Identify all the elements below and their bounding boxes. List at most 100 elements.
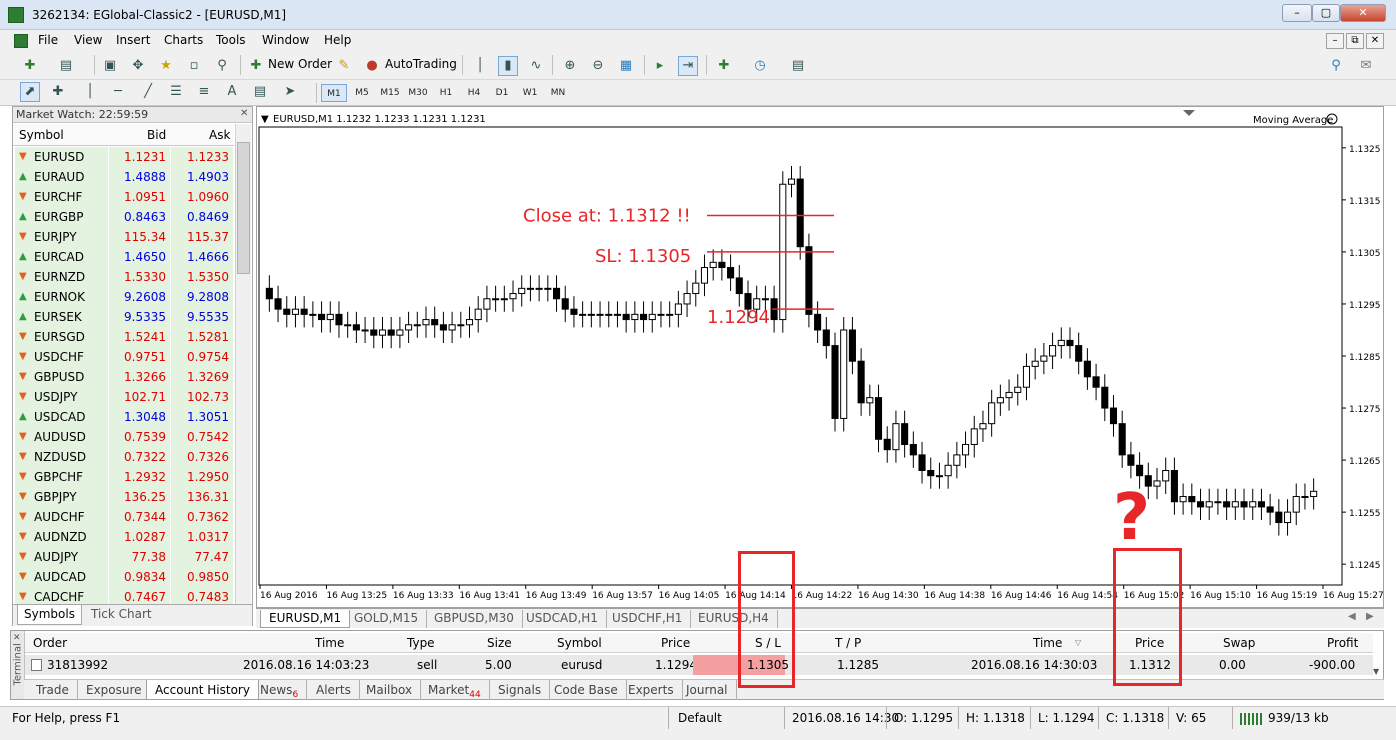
candlestick-icon[interactable]: ▮ xyxy=(498,56,518,76)
price-chart[interactable]: ▼ EURUSD,M1 1.1232 1.1233 1.1231 1.1231 … xyxy=(257,107,1383,607)
tab-symbols[interactable]: Symbols xyxy=(17,605,82,625)
fibonacci-icon[interactable]: ≡ xyxy=(194,82,214,102)
tab-tick-chart[interactable]: Tick Chart xyxy=(85,605,158,625)
terminal-scrollbar[interactable]: ▼ xyxy=(1373,633,1383,679)
tab-scroll-left-icon[interactable]: ◀ xyxy=(1348,611,1356,622)
list-item[interactable]: NZDUSD ▼ 0.7322 0.7326 xyxy=(13,447,234,467)
close-icon[interactable]: ✕ xyxy=(240,108,248,119)
tab-account-history[interactable]: Account History xyxy=(146,680,259,700)
tab-signals[interactable]: Signals xyxy=(490,680,551,700)
tab-market[interactable]: Market44 xyxy=(420,680,490,700)
tab-code-base[interactable]: Code Base xyxy=(546,680,627,700)
tab-exposure[interactable]: Exposure xyxy=(78,680,151,700)
menu-window[interactable]: Window xyxy=(262,33,309,47)
cursor-icon[interactable]: ⬈ xyxy=(20,82,40,102)
label-icon[interactable]: ▤ xyxy=(250,82,270,102)
list-item[interactable]: EURSEK ▲ 9.5335 9.5535 xyxy=(13,307,234,327)
line-chart-icon[interactable]: ∿ xyxy=(526,56,546,76)
menu-view[interactable]: View xyxy=(74,33,102,47)
list-item[interactable]: AUDJPY ▼ 77.38 77.47 xyxy=(13,547,234,567)
col-swap[interactable]: Swap xyxy=(1223,636,1255,650)
list-item[interactable]: EURGBP ▲ 0.8463 0.8469 xyxy=(13,207,234,227)
list-item[interactable]: GBPCHF ▼ 1.2932 1.2950 xyxy=(13,467,234,487)
list-item[interactable]: EURNOK ▲ 9.2608 9.2808 xyxy=(13,287,234,307)
column-bid[interactable]: Bid xyxy=(147,128,166,142)
close-button[interactable]: ✕ xyxy=(1340,4,1386,22)
tab-alerts[interactable]: Alerts xyxy=(308,680,360,700)
tab-experts[interactable]: Experts xyxy=(620,680,683,700)
tab-news[interactable]: News6 xyxy=(252,680,308,700)
trendline-icon[interactable]: ╱ xyxy=(138,82,158,102)
col-close-time[interactable]: Time xyxy=(1033,636,1062,650)
text-icon[interactable]: A xyxy=(222,82,242,102)
menu-tools[interactable]: Tools xyxy=(216,33,246,47)
navigator-icon[interactable]: ✥ xyxy=(128,56,148,76)
list-item[interactable]: EURJPY ▼ 115.34 115.37 xyxy=(13,227,234,247)
autotrading-icon[interactable]: ● xyxy=(362,56,382,76)
terminal-icon[interactable]: ▫ xyxy=(184,56,204,76)
market-watch-scrollbar[interactable] xyxy=(235,124,251,605)
col-tp[interactable]: T / P xyxy=(835,636,861,650)
list-item[interactable]: USDCHF ▼ 0.9751 0.9754 xyxy=(13,347,234,367)
tile-windows-icon[interactable]: ▦ xyxy=(616,56,636,76)
list-item[interactable]: EURSGD ▼ 1.5241 1.5281 xyxy=(13,327,234,347)
tab-trade[interactable]: Trade xyxy=(28,680,78,700)
channel-icon[interactable]: ☰ xyxy=(166,82,186,102)
timeframe-mn[interactable]: MN xyxy=(545,84,571,102)
profiles-icon[interactable]: ▤ xyxy=(56,56,76,76)
mdi-minimize-button[interactable]: – xyxy=(1326,33,1344,49)
horizontal-line-icon[interactable]: ─ xyxy=(108,82,128,102)
menu-help[interactable]: Help xyxy=(324,33,351,47)
col-price[interactable]: Price xyxy=(661,636,690,650)
col-size[interactable]: Size xyxy=(487,636,512,650)
chart-tab-usdchf-h1[interactable]: USDCHF,H1 xyxy=(604,610,692,628)
timeframe-m5[interactable]: M5 xyxy=(349,84,375,102)
col-type[interactable]: Type xyxy=(407,636,435,650)
timeframe-h4[interactable]: H4 xyxy=(461,84,487,102)
timeframe-m30[interactable]: M30 xyxy=(405,84,431,102)
timeframe-w1[interactable]: W1 xyxy=(517,84,543,102)
list-item[interactable]: AUDCAD ▼ 0.9834 0.9850 xyxy=(13,567,234,587)
chart-tab-eurusd-m1[interactable]: EURUSD,M1 xyxy=(260,610,351,628)
timeframe-d1[interactable]: D1 xyxy=(489,84,515,102)
chat-icon[interactable]: ✉ xyxy=(1356,56,1376,76)
tab-scroll-right-icon[interactable]: ▶ xyxy=(1366,611,1374,622)
search-icon[interactable]: ⚲ xyxy=(1326,56,1346,76)
auto-scroll-icon[interactable]: ▸ xyxy=(650,56,670,76)
list-item[interactable]: EURUSD ▼ 1.1231 1.1233 xyxy=(13,147,234,167)
menu-insert[interactable]: Insert xyxy=(116,33,150,47)
autotrading-button[interactable]: AutoTrading xyxy=(385,57,457,71)
templates-icon[interactable]: ▤ xyxy=(788,56,808,76)
menu-charts[interactable]: Charts xyxy=(164,33,203,47)
list-item[interactable]: EURNZD ▼ 1.5330 1.5350 xyxy=(13,267,234,287)
list-item[interactable]: AUDNZD ▼ 1.0287 1.0317 xyxy=(13,527,234,547)
menu-file[interactable]: File xyxy=(38,33,58,47)
tab-mailbox[interactable]: Mailbox xyxy=(358,680,422,700)
list-item[interactable]: USDJPY ▼ 102.71 102.73 xyxy=(13,387,234,407)
mdi-close-button[interactable]: ✕ xyxy=(1366,33,1384,49)
chart-tab-usdcad-h1[interactable]: USDCAD,H1 xyxy=(518,610,607,628)
chart-tab-gbpusd-m30[interactable]: GBPUSD,M30 xyxy=(426,610,523,628)
new-order-icon[interactable]: ✚ xyxy=(246,56,266,76)
chart-tab-gold-m15[interactable]: GOLD,M15 xyxy=(346,610,428,628)
chart-shift-icon[interactable]: ⇥ xyxy=(678,56,698,76)
list-item[interactable]: CADCHF ▼ 0.7467 0.7483 xyxy=(13,587,234,604)
scrollbar-thumb[interactable] xyxy=(237,142,250,274)
maximize-button[interactable]: ▢ xyxy=(1312,4,1340,22)
crosshair-icon[interactable]: ✚ xyxy=(48,82,68,102)
new-order-button[interactable]: New Order xyxy=(268,57,332,71)
metaeditor-icon[interactable]: ✎ xyxy=(334,56,354,76)
col-symbol[interactable]: Symbol xyxy=(557,636,602,650)
zoom-in-icon[interactable]: ⊕ xyxy=(560,56,580,76)
scroll-down-icon[interactable]: ▼ xyxy=(1373,667,1379,676)
close-icon[interactable]: ✕ xyxy=(13,633,21,643)
bar-chart-icon[interactable]: │ xyxy=(470,56,490,76)
list-item[interactable]: AUDCHF ▼ 0.7344 0.7362 xyxy=(13,507,234,527)
data-window-icon[interactable]: ★ xyxy=(156,56,176,76)
col-order[interactable]: Order xyxy=(33,636,67,650)
market-watch-icon[interactable]: ▣ xyxy=(100,56,120,76)
minimize-button[interactable]: – xyxy=(1282,4,1312,22)
zoom-out-icon[interactable]: ⊖ xyxy=(588,56,608,76)
list-item[interactable]: EURAUD ▲ 1.4888 1.4903 xyxy=(13,167,234,187)
arrows-icon[interactable]: ➤ xyxy=(280,82,300,102)
